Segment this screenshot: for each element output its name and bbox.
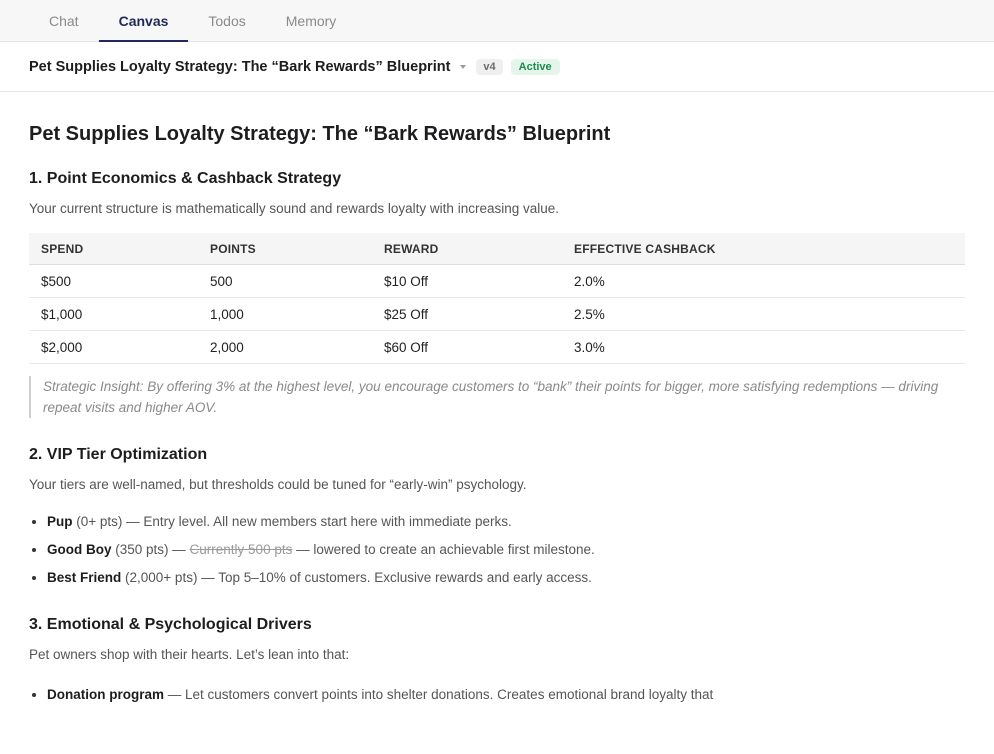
tab-canvas[interactable]: Canvas: [98, 0, 189, 42]
tab-bar: Chat Canvas Todos Memory: [0, 0, 994, 42]
tab-chat[interactable]: Chat: [29, 0, 99, 41]
section-3-heading: 3. Emotional & Psychological Drivers: [29, 616, 312, 633]
document-header: Pet Supplies Loyalty Strategy: The “Bark…: [0, 42, 994, 92]
chevron-down-icon[interactable]: [460, 64, 467, 69]
driver-list: Donation program — Let customers convert…: [29, 686, 965, 704]
tier-list: Pup (0+ pts) — Entry level. All new memb…: [29, 513, 965, 587]
strategic-insight-quote: Strategic Insight: By offering 3% at the…: [29, 376, 943, 418]
points-table: SPEND POINTS REWARD EFFECTIVE CASHBACK $…: [29, 233, 965, 364]
column-header-cashback: EFFECTIVE CASHBACK: [562, 233, 965, 265]
table-cell: 2.0%: [562, 264, 965, 298]
column-header-points: POINTS: [198, 233, 372, 265]
table-cell: $1,000: [29, 297, 198, 331]
list-item: Donation program — Let customers convert…: [47, 686, 965, 704]
document-title: Pet Supplies Loyalty Strategy: The “Bark…: [29, 58, 451, 75]
page-title: Pet Supplies Loyalty Strategy: The “Bark…: [29, 123, 611, 145]
column-header-spend: SPEND: [29, 233, 198, 265]
section-2-lead: Your tiers are well-named, but threshold…: [29, 477, 527, 492]
tab-memory[interactable]: Memory: [266, 0, 357, 41]
tier-name: Best Friend: [47, 570, 122, 585]
struck-threshold: Currently 500 pts: [189, 542, 293, 557]
tier-detail: (2,000+ pts) — Top 5–10% of customers. E…: [121, 570, 592, 585]
status-badge: Active: [510, 58, 560, 75]
tier-detail: — lowered to create an achievable first …: [292, 542, 595, 557]
tab-todos[interactable]: Todos: [188, 0, 265, 41]
table-row: $1,000 1,000 $25 Off 2.5%: [29, 297, 965, 331]
column-header-reward: REWARD: [372, 233, 562, 265]
table-cell: $25 Off: [372, 297, 562, 331]
section-1-lead: Your current structure is mathematically…: [29, 201, 560, 216]
tier-detail: (0+ pts) — Entry level. All new members …: [72, 514, 512, 529]
section-2-heading: 2. VIP Tier Optimization: [29, 446, 208, 463]
table-cell: 2.5%: [562, 297, 965, 331]
table-cell: 500: [198, 264, 372, 298]
table-cell: 1,000: [198, 297, 372, 331]
table-cell: 2,000: [198, 330, 372, 364]
document-body: Pet Supplies Loyalty Strategy: The “Bark…: [0, 122, 994, 704]
table-header-row: SPEND POINTS REWARD EFFECTIVE CASHBACK: [29, 233, 965, 265]
table-cell: 3.0%: [562, 330, 965, 364]
table-cell: $500: [29, 264, 198, 298]
table-cell: $60 Off: [372, 330, 562, 364]
table-row: $500 500 $10 Off 2.0%: [29, 264, 965, 298]
list-item: Pup (0+ pts) — Entry level. All new memb…: [47, 513, 965, 531]
table-row: $2,000 2,000 $60 Off 3.0%: [29, 330, 965, 364]
tier-name: Pup: [47, 514, 73, 529]
driver-name: Donation program: [47, 687, 164, 702]
list-item: Good Boy (350 pts) — Currently 500 pts —…: [47, 541, 965, 559]
tier-detail: (350 pts) —: [111, 542, 190, 557]
section-1-heading: 1. Point Economics & Cashback Strategy: [29, 170, 342, 187]
list-item: Best Friend (2,000+ pts) — Top 5–10% of …: [47, 569, 965, 587]
section-3-lead: Pet owners shop with their hearts. Let’s…: [29, 647, 350, 662]
tier-name: Good Boy: [47, 542, 112, 557]
table-cell: $10 Off: [372, 264, 562, 298]
driver-detail: — Let customers convert points into shel…: [164, 687, 714, 702]
table-cell: $2,000: [29, 330, 198, 364]
version-badge: v4: [476, 58, 503, 75]
